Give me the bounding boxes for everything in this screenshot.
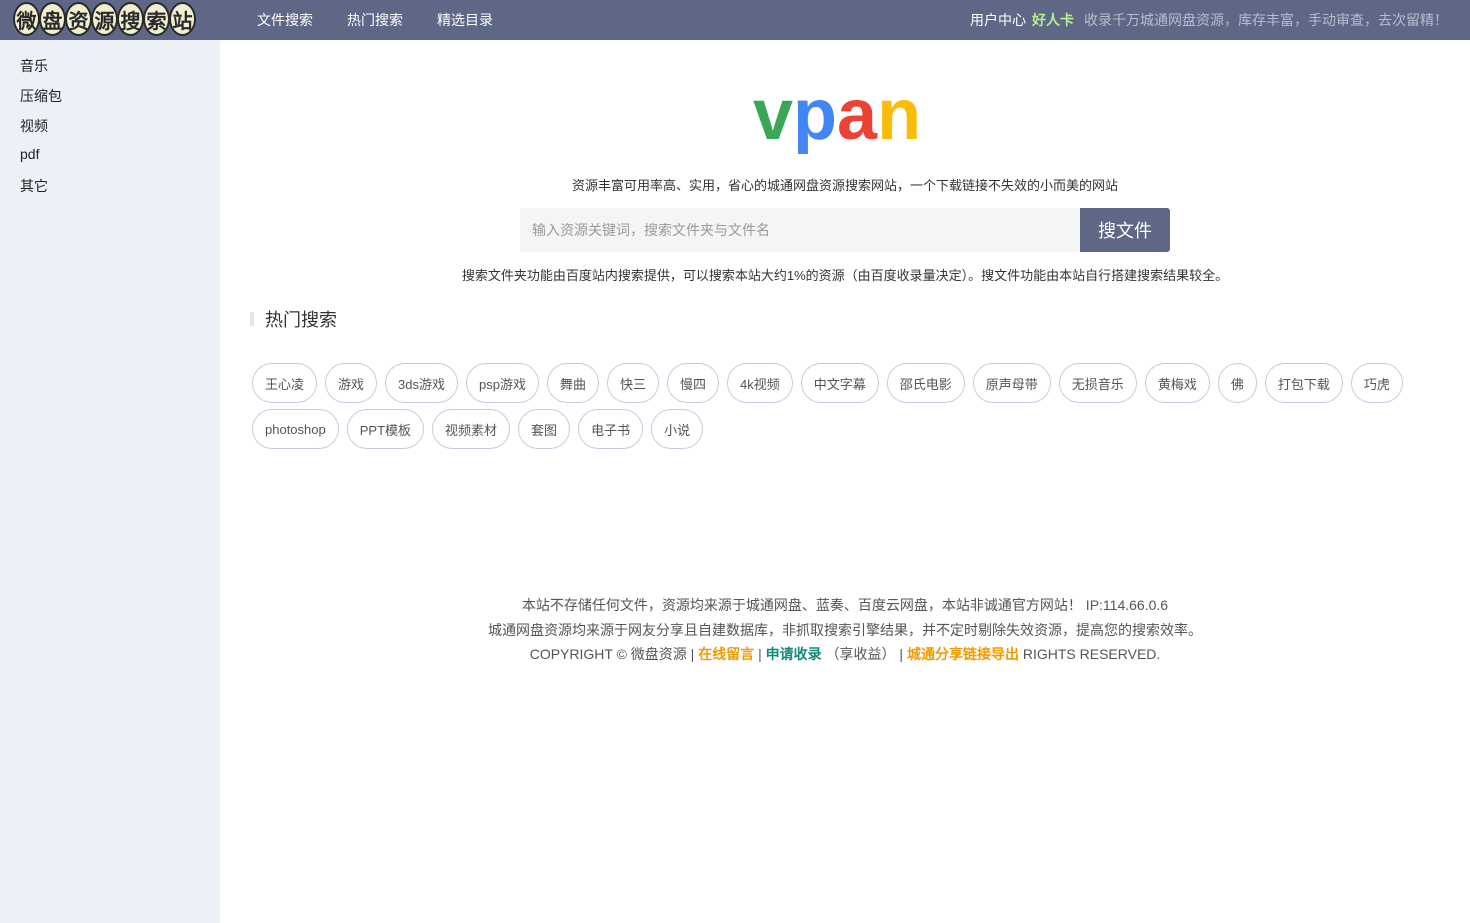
user-center-link[interactable]: 用户中心 (970, 10, 1026, 30)
hot-tag[interactable]: 王心凌 (252, 363, 318, 403)
brand-letter: a (837, 75, 878, 155)
hot-tag[interactable]: 电子书 (578, 409, 644, 449)
hot-tag[interactable]: 小说 (651, 409, 704, 449)
hot-tag-list: 王心凌 游戏 3ds游戏 psp游戏 舞曲 快三 慢四 4k视频 中文字幕 邵氏电影 原声母带 无损音… (252, 363, 1432, 449)
logo-char: 微 (13, 2, 40, 36)
hot-tag[interactable]: 无损音乐 (1058, 363, 1137, 403)
hot-tag[interactable]: 巧虎 (1350, 363, 1403, 403)
brand-letter: v (753, 75, 794, 155)
hot-search-title: 热门搜索 (265, 310, 337, 330)
hot-tag[interactable]: photoshop (252, 409, 339, 449)
good-card-link[interactable]: 好人卡 (1032, 10, 1074, 30)
brand-letter: n (877, 75, 922, 155)
hot-tag[interactable]: 原声母带 (972, 363, 1051, 403)
online-message-link[interactable]: 在线留言 (698, 646, 754, 662)
main-content: vpan 资源丰富可用率高、实用，省心的城通网盘资源搜索网站，一个下载链接不失效… (220, 40, 1470, 923)
hot-tag[interactable]: 快三 (606, 363, 659, 403)
hot-tag[interactable]: 舞曲 (546, 363, 599, 403)
logo-char: 搜 (117, 2, 144, 36)
hot-tag[interactable]: 慢四 (667, 363, 720, 403)
hot-tag[interactable]: 邵氏电影 (886, 363, 965, 403)
hot-tag[interactable]: 3ds游戏 (385, 363, 458, 403)
hot-tag[interactable]: 视频素材 (432, 409, 511, 449)
sidebar-item-pdf[interactable]: pdf (20, 146, 39, 162)
site-logo[interactable]: 微 盘 资 源 搜 索 站 (13, 2, 196, 38)
nav-featured-catalog[interactable]: 精选目录 (437, 10, 493, 30)
sidebar-item-music[interactable]: 音乐 (20, 56, 48, 76)
hot-tag[interactable]: 套图 (518, 409, 571, 449)
brand-logo: vpan (753, 70, 921, 160)
main-nav: 文件搜索 热门搜索 精选目录 (257, 0, 527, 40)
top-right-area: 用户中心 好人卡 收录千万城通网盘资源，库存丰富，手动审查，去次留精！ (970, 0, 1448, 40)
sidebar-item-other[interactable]: 其它 (20, 176, 48, 196)
hot-tag[interactable]: 黄梅戏 (1144, 363, 1210, 403)
search-input[interactable] (520, 208, 1080, 252)
heading-accent-bar (250, 312, 254, 326)
logo-char: 源 (91, 2, 118, 36)
hot-tag[interactable]: PPT模板 (346, 409, 425, 449)
apply-inclusion-link[interactable]: 申请收录 (766, 646, 822, 662)
footer-disclaimer: 本站不存储任何文件，资源均来源于城通网盘、蓝奏、百度云网盘，本站非诚通官方网站！… (521, 597, 1169, 613)
copyright-prefix: COPYRIGHT © 微盘资源 | (529, 646, 695, 662)
sidebar: 音乐 压缩包 视频 pdf 其它 (0, 40, 220, 923)
search-file-button[interactable]: 搜文件 (1080, 208, 1170, 252)
search-note: 搜索文件夹功能由百度站内搜索提供，可以搜索本站大约1%的资源（由百度收录量决定）… (461, 268, 1229, 283)
footer-source-note: 城通网盘资源均来源于网友分享且自建数据库，非抓取搜索引擎结果，并不定时剔除失效资… (488, 621, 1202, 638)
hot-tag[interactable]: 游戏 (325, 363, 378, 403)
apply-note: （享收益） | (825, 646, 904, 662)
hot-tag[interactable]: 中文字幕 (800, 363, 879, 403)
hot-tag[interactable]: psp游戏 (466, 363, 539, 403)
logo-char: 资 (65, 2, 92, 36)
share-link-export-link[interactable]: 城通分享链接导出 (907, 646, 1019, 662)
footer-copyright: COPYRIGHT © 微盘资源 | 在线留言 | 申请收录 （享收益） | 城… (220, 642, 1470, 667)
hot-tag[interactable]: 4k视频 (727, 363, 793, 403)
top-navbar: 微 盘 资 源 搜 索 站 文件搜索 热门搜索 精选目录 用户中心 好人卡 收录… (0, 0, 1470, 40)
brand-letter: p (793, 75, 838, 155)
logo-char: 盘 (39, 2, 66, 36)
hot-tag[interactable]: 打包下载 (1264, 363, 1343, 403)
footer: 本站不存储任何文件，资源均来源于城通网盘、蓝奏、百度云网盘，本站非诚通官方网站！… (220, 593, 1470, 667)
site-tagline: 资源丰富可用率高、实用，省心的城通网盘资源搜索网站，一个下载链接不失效的小而美的… (571, 178, 1118, 193)
search-form: 搜文件 (520, 208, 1170, 252)
hot-search-heading: 热门搜索 (250, 308, 337, 330)
sidebar-item-video[interactable]: 视频 (20, 116, 48, 136)
rights-reserved: RIGHTS RESERVED. (1022, 646, 1161, 662)
footer-separator: | (758, 646, 762, 662)
logo-char: 索 (143, 2, 170, 36)
nav-file-search[interactable]: 文件搜索 (257, 10, 313, 30)
sidebar-item-archive[interactable]: 压缩包 (20, 86, 62, 106)
nav-hot-search[interactable]: 热门搜索 (347, 10, 403, 30)
hot-tag[interactable]: 佛 (1217, 363, 1257, 403)
top-notice: 收录千万城通网盘资源，库存丰富，手动审查，去次留精！ (1084, 12, 1448, 28)
logo-char: 站 (169, 2, 196, 36)
